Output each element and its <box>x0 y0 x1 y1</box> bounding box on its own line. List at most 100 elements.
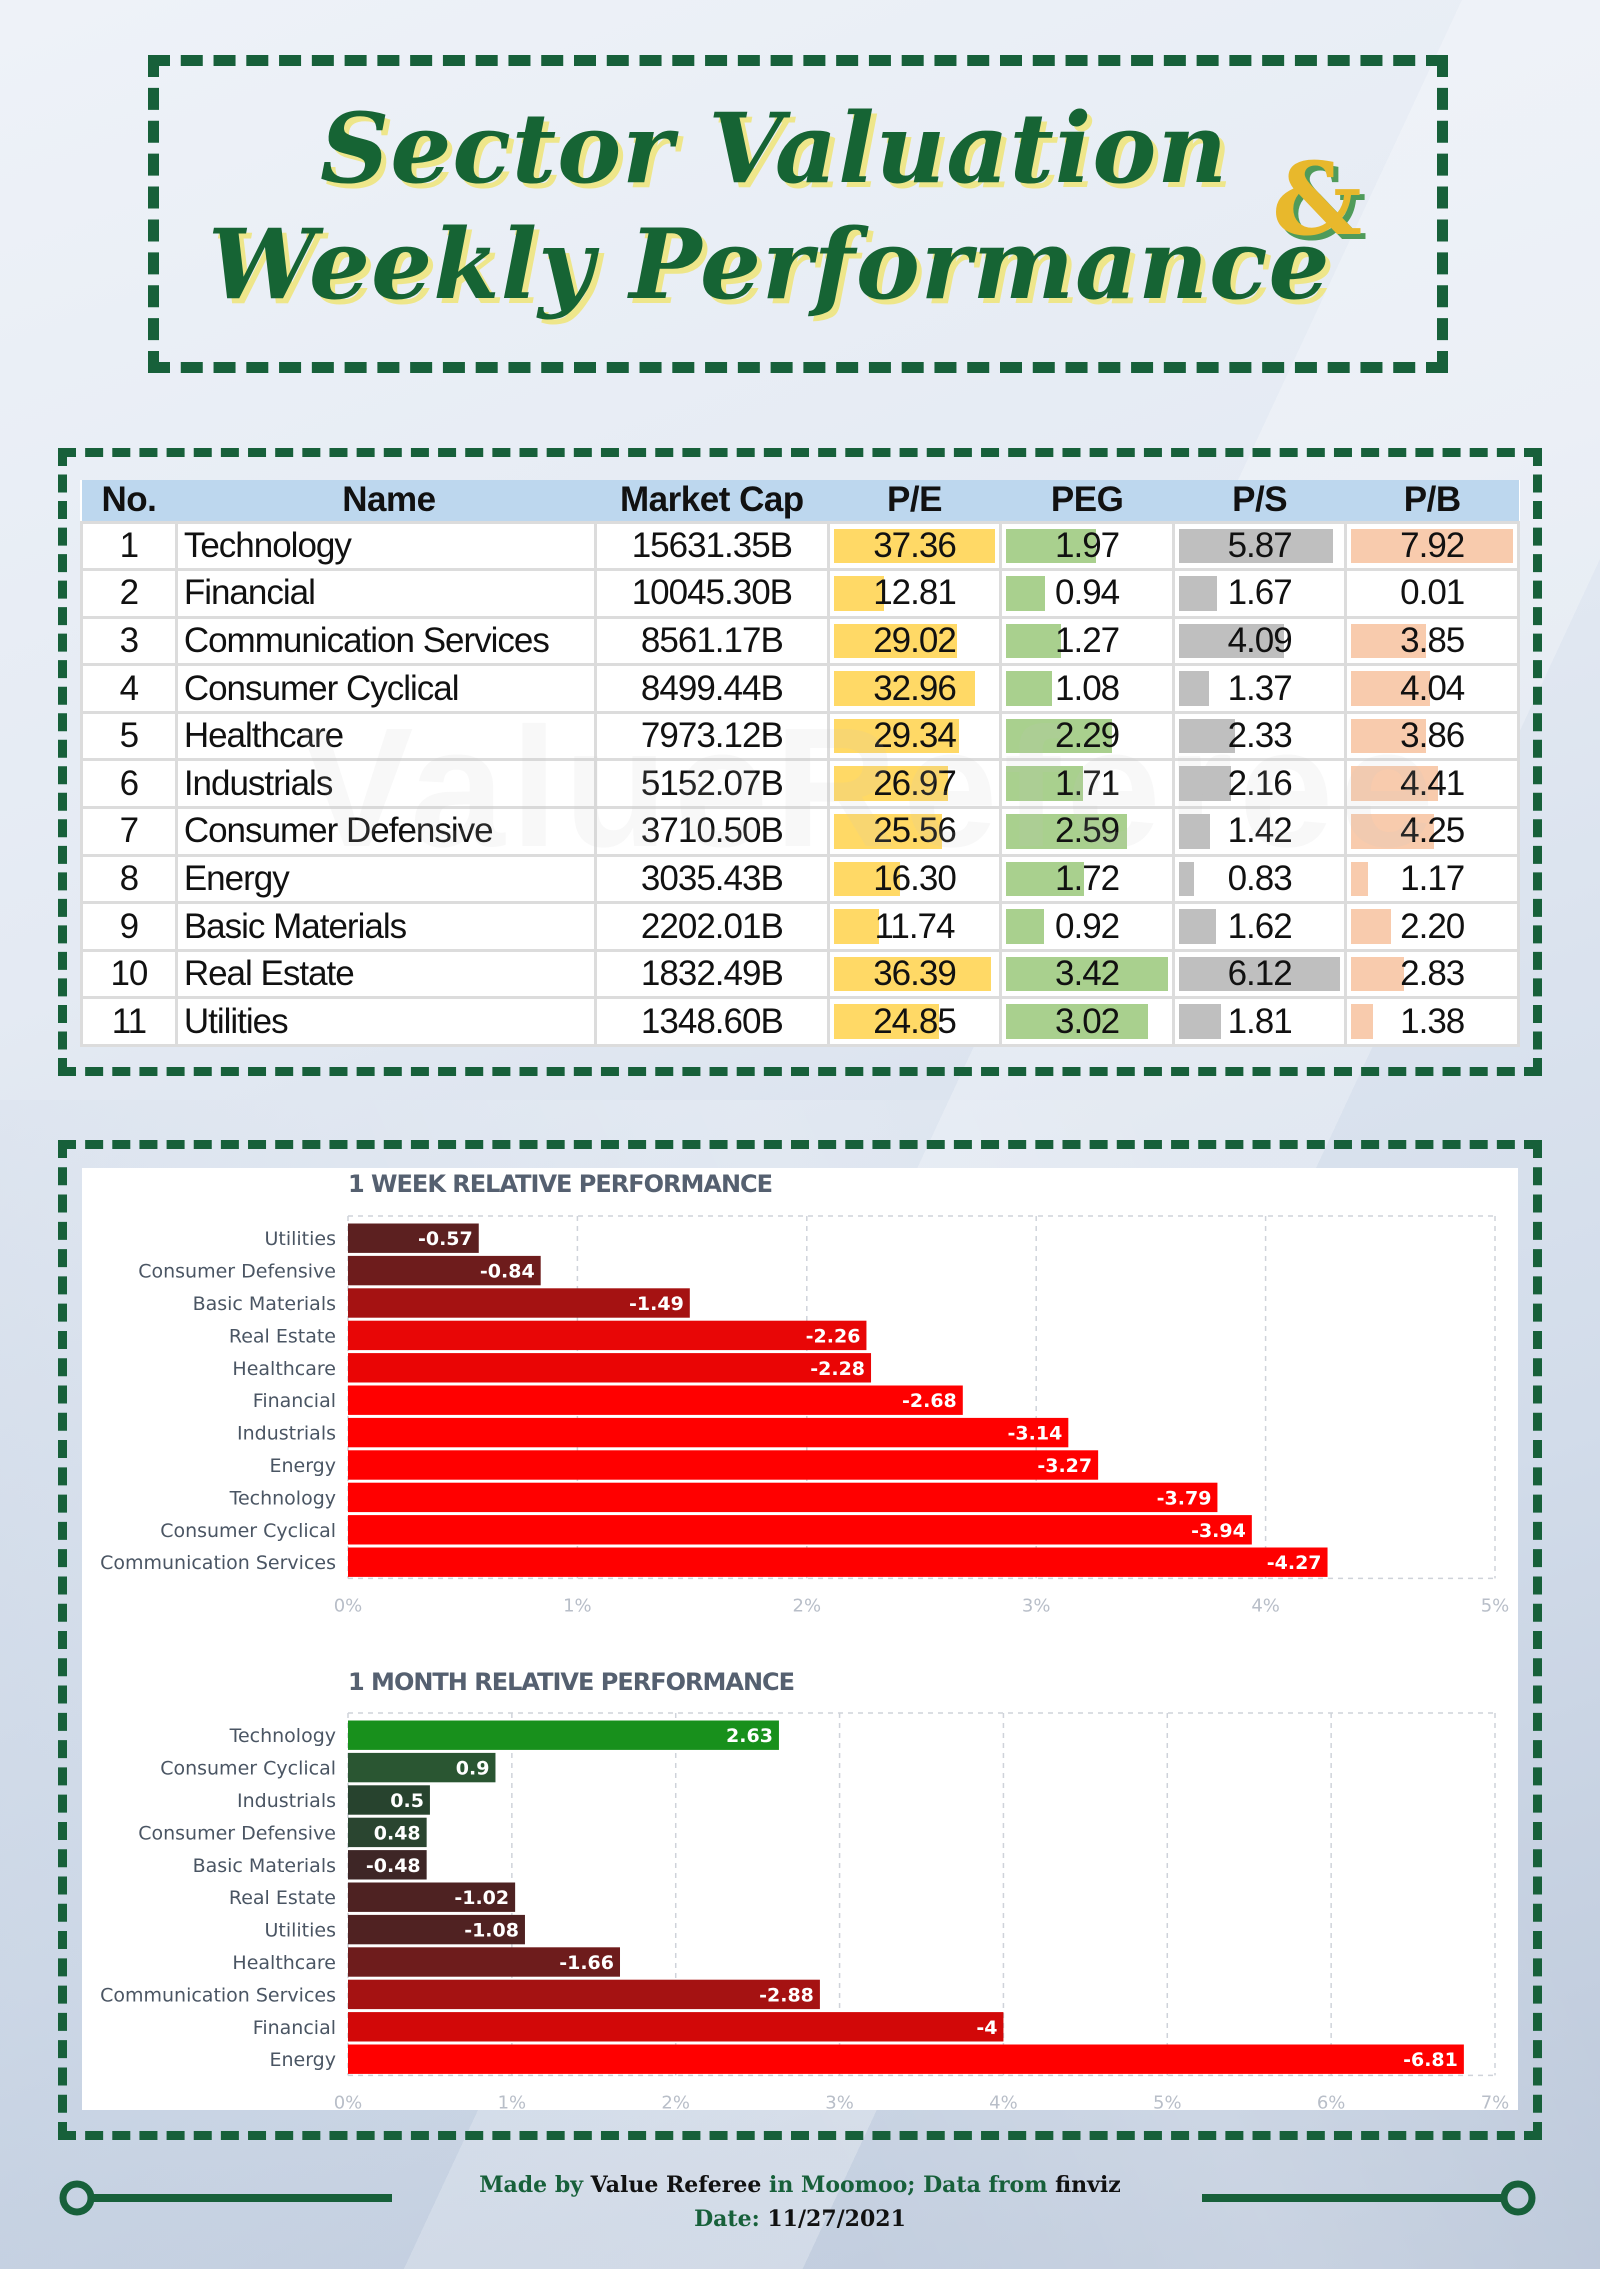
ps-databar <box>1178 718 1236 754</box>
column-header-market-cap: Market Cap <box>595 480 829 522</box>
ps-value: 0.83 <box>1227 858 1293 898</box>
ps-value: 1.42 <box>1227 811 1293 851</box>
peg-value: 1.27 <box>1055 620 1120 660</box>
table-row: 8 Energy 3035.43B 16.30 1.72 0.83 1.17 <box>80 853 1520 905</box>
bar <box>348 1450 1099 1480</box>
sector-name: Consumer Defensive <box>174 806 598 857</box>
data-label: -2.28 <box>810 1358 865 1380</box>
pb-value: 1.17 <box>1400 858 1465 898</box>
peg-cell: 1.72 <box>999 853 1175 905</box>
x-tick-label: 1% <box>498 2092 527 2110</box>
category-label: Communication Services <box>100 1552 336 1574</box>
ps-cell: 1.67 <box>1171 568 1348 619</box>
footer-platform: in Moomoo; Data from <box>761 2172 1056 2198</box>
ps-databar <box>1178 671 1209 706</box>
data-label: 0.5 <box>390 1790 424 1812</box>
peg-cell: 0.94 <box>999 568 1175 619</box>
pb-value: 2.20 <box>1400 906 1465 946</box>
x-tick-label: 0% <box>334 2092 363 2110</box>
peg-databar <box>1006 623 1062 659</box>
bar <box>348 1515 1252 1545</box>
pe-cell: 32.96 <box>826 663 1003 714</box>
pe-cell: 29.02 <box>826 615 1003 667</box>
category-label: Real Estate <box>229 1325 336 1347</box>
pe-value: 26.97 <box>873 763 957 803</box>
category-label: Energy <box>269 2049 336 2071</box>
pb-value: 1.38 <box>1400 1001 1465 1041</box>
pb-cell: 1.38 <box>1344 996 1520 1048</box>
category-label: Industrials <box>237 1790 336 1812</box>
pe-cell: 37.36 <box>826 520 1003 572</box>
pb-value: 4.25 <box>1400 811 1465 851</box>
data-label: -4.27 <box>1267 1552 1322 1574</box>
market-cap-value: 1348.60B <box>594 996 830 1048</box>
pb-cell: 3.86 <box>1344 710 1520 762</box>
ps-databar <box>1178 576 1218 611</box>
table-row: 1 Technology 15631.35B 37.36 1.97 5.87 7.92 <box>80 520 1520 572</box>
pb-value: 3.86 <box>1400 716 1465 756</box>
market-cap-value: 3035.43B <box>594 853 830 905</box>
row-number: 7 <box>80 806 178 857</box>
data-label: -2.26 <box>806 1325 861 1347</box>
data-label: 2.63 <box>726 1725 773 1747</box>
category-label: Consumer Cyclical <box>160 1758 336 1780</box>
ps-value: 6.12 <box>1227 954 1293 994</box>
x-tick-label: 3% <box>1022 1595 1051 1616</box>
x-tick-label: 4% <box>989 2092 1018 2110</box>
category-label: Technology <box>229 1487 336 1509</box>
ps-databar <box>1178 861 1194 897</box>
table-row: 6 Industrials 5152.07B 26.97 1.71 2.16 4.41 <box>80 758 1520 810</box>
sector-name: Consumer Cyclical <box>174 663 598 714</box>
peg-value: 3.02 <box>1055 1001 1120 1041</box>
ps-cell: 2.16 <box>1171 758 1348 810</box>
category-label: Consumer Defensive <box>138 1822 336 1844</box>
row-number: 10 <box>80 948 178 1000</box>
category-label: Consumer Defensive <box>138 1261 336 1283</box>
peg-cell: 2.29 <box>999 710 1175 762</box>
table-row: 2 Financial 10045.30B 12.81 0.94 1.67 0.01 <box>80 568 1520 619</box>
pe-value: 24.85 <box>873 1001 957 1041</box>
market-cap-value: 10045.30B <box>594 568 830 619</box>
bar <box>348 1320 867 1351</box>
data-label: -0.48 <box>366 1855 421 1877</box>
ps-cell: 1.81 <box>1171 996 1348 1048</box>
data-label: -3.94 <box>1191 1520 1246 1542</box>
ps-cell: 5.87 <box>1171 520 1348 572</box>
week-performance-chart: Utilities -0.57 Consumer Defensive -0.84 Bas… <box>100 1215 1509 1616</box>
footer-date: Date: 11/27/2021 <box>0 2206 1600 2232</box>
x-tick-label: 1% <box>563 1595 592 1616</box>
pe-value: 37.36 <box>873 525 957 565</box>
peg-databar <box>1006 576 1045 611</box>
pb-databar <box>1351 1004 1373 1040</box>
pe-cell: 29.34 <box>826 710 1003 762</box>
bar <box>348 1979 820 2010</box>
peg-value: 1.72 <box>1055 858 1120 898</box>
pb-value: 3.85 <box>1400 620 1465 660</box>
pb-databar <box>1351 956 1404 992</box>
data-label: -1.08 <box>464 1920 519 1942</box>
data-label: -3.79 <box>1157 1487 1212 1509</box>
bar <box>348 1417 1069 1448</box>
footer-date-value: 11/27/2021 <box>767 2206 906 2232</box>
ps-value: 1.62 <box>1227 906 1293 946</box>
footer-credits: Made by Value Referee in Moomoo; Data fr… <box>0 2172 1600 2198</box>
peg-value: 2.29 <box>1055 716 1120 756</box>
category-label: Consumer Cyclical <box>160 1520 336 1542</box>
data-label: -1.66 <box>559 1952 614 1974</box>
bar <box>348 1482 1218 1513</box>
category-label: Real Estate <box>229 1887 336 1909</box>
peg-cell: 1.08 <box>999 663 1175 714</box>
ps-value: 5.87 <box>1227 525 1293 565</box>
pb-value: 2.83 <box>1400 954 1465 994</box>
table-row: 10 Real Estate 1832.49B 36.39 3.42 6.12 2.83 <box>80 948 1520 1000</box>
sector-name: Utilities <box>174 996 598 1048</box>
category-label: Industrials <box>237 1423 336 1445</box>
table-row: 9 Basic Materials 2202.01B 11.74 0.92 1.62 2.2… <box>80 901 1520 952</box>
sector-name: Communication Services <box>174 615 598 667</box>
data-label: -4 <box>976 2017 997 2039</box>
bar <box>348 1547 1328 1577</box>
pe-databar <box>833 909 879 944</box>
peg-databar <box>1006 671 1052 706</box>
ps-cell: 2.33 <box>1171 710 1348 762</box>
data-label: -6.81 <box>1403 2049 1458 2071</box>
